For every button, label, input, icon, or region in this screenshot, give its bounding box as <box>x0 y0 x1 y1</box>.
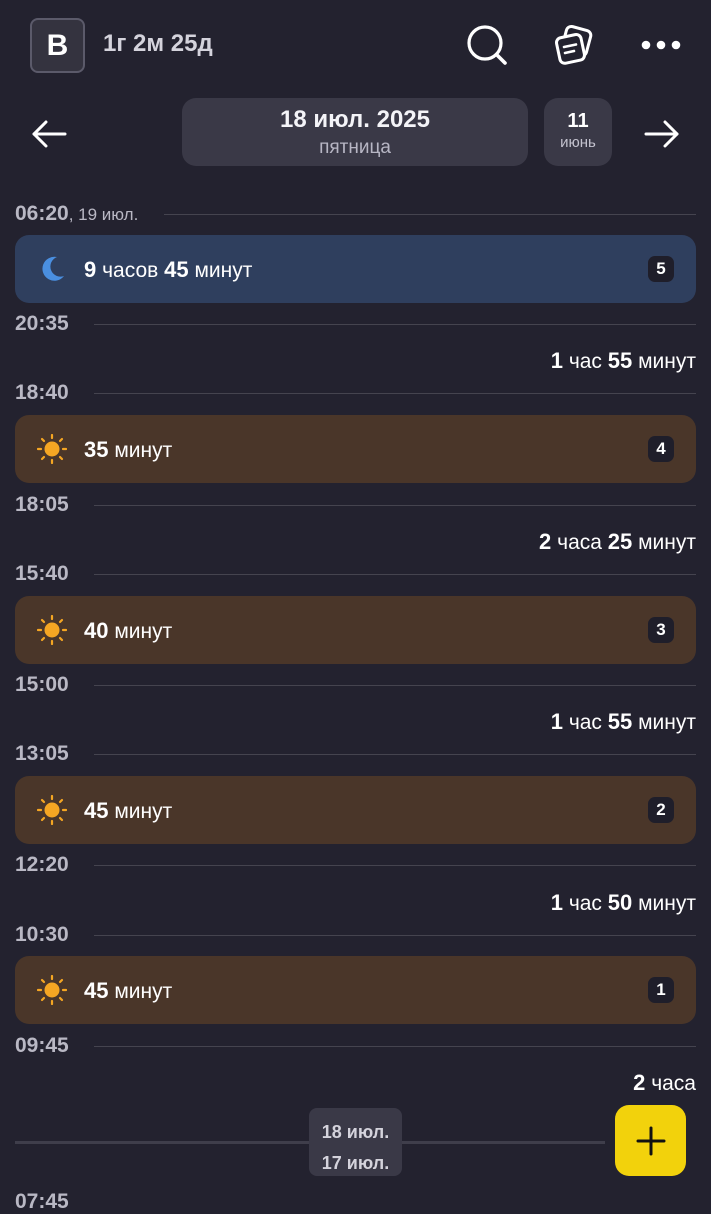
time-marker: 18:05 <box>15 493 696 516</box>
divider <box>94 324 696 325</box>
sun-icon <box>36 794 68 826</box>
divider <box>164 214 696 215</box>
awake-duration: 1 час 55 минут <box>550 348 696 373</box>
nap-entry-card[interactable]: 35 минут 4 <box>15 415 696 483</box>
time-marker: 15:40 <box>15 562 696 585</box>
time-marker: 18:40 <box>15 381 696 404</box>
nap-duration: 35 минут <box>84 437 173 462</box>
notes-icon[interactable] <box>551 22 597 68</box>
baby-age: 1г 2м 25д <box>103 30 213 57</box>
month-day: 11 <box>567 110 589 132</box>
time-label: 12:20 <box>15 853 69 876</box>
sun-icon <box>36 614 68 646</box>
sleep-duration: 9 часов 45 минут <box>84 257 253 282</box>
time-label: 13:05 <box>15 742 69 765</box>
date-selector[interactable]: 18 июл. 2025 пятница <box>182 98 528 166</box>
divider <box>94 935 696 936</box>
time-label: 06:20 <box>15 202 69 225</box>
month-name: июнь <box>560 134 596 151</box>
time-label: 18:05 <box>15 493 69 516</box>
baby-avatar[interactable]: В <box>30 18 85 73</box>
nap-entry-card[interactable]: 40 минут 3 <box>15 596 696 664</box>
time-marker: 12:20 <box>15 853 696 876</box>
entry-number-badge: 3 <box>648 617 674 643</box>
divider <box>94 393 696 394</box>
divider <box>94 1046 696 1047</box>
nap-entry-card[interactable]: 45 минут 2 <box>15 776 696 844</box>
time-label: 07:45 <box>15 1190 69 1213</box>
plus-icon <box>636 1126 665 1155</box>
awake-duration: 1 час 55 минут <box>550 709 696 734</box>
nap-duration: 45 минут <box>84 798 173 823</box>
time-label: 15:40 <box>15 562 69 585</box>
time-marker: 20:35 <box>15 312 696 335</box>
arrow-left-icon[interactable] <box>25 110 73 158</box>
avatar-letter: В <box>46 28 69 62</box>
time-marker: 06:20, 19 июл. <box>15 202 696 225</box>
add-entry-button[interactable] <box>615 1105 686 1176</box>
divider <box>94 754 696 755</box>
time-marker: 13:05 <box>15 742 696 765</box>
time-date-suffix: , 19 июл. <box>68 205 139 224</box>
nap-entry-card[interactable]: 45 минут 1 <box>15 956 696 1024</box>
sun-icon <box>36 433 68 465</box>
nap-duration: 45 минут <box>84 978 173 1003</box>
time-marker: 10:30 <box>15 923 696 946</box>
time-label: 09:45 <box>15 1034 69 1057</box>
time-marker: 15:00 <box>15 673 696 696</box>
month-button[interactable]: 11 июнь <box>544 98 612 166</box>
selected-weekday: пятница <box>319 137 391 158</box>
day-boundary-bottom: 17 июл. <box>321 1153 390 1173</box>
moon-icon <box>37 254 67 284</box>
divider <box>94 574 696 575</box>
awake-duration: 2 часа <box>633 1070 696 1095</box>
sleep-entry-card[interactable]: 9 часов 45 минут 5 <box>15 235 696 303</box>
search-icon[interactable] <box>464 22 510 68</box>
day-boundary-top: 18 июл. <box>321 1122 390 1142</box>
divider <box>94 505 696 506</box>
more-icon[interactable] <box>638 22 684 68</box>
divider <box>94 685 696 686</box>
time-label: 18:40 <box>15 381 69 404</box>
nap-duration: 40 минут <box>84 618 173 643</box>
time-marker: 09:45 <box>15 1034 696 1057</box>
day-boundary-chip: 18 июл. 17 июл. <box>309 1108 402 1176</box>
arrow-right-icon[interactable] <box>638 110 686 158</box>
entry-number-badge: 2 <box>648 797 674 823</box>
time-label: 10:30 <box>15 923 69 946</box>
entry-number-badge: 4 <box>648 436 674 462</box>
entry-number-badge: 1 <box>648 977 674 1003</box>
entry-number-badge: 5 <box>648 256 674 282</box>
sun-icon <box>36 974 68 1006</box>
time-label: 20:35 <box>15 312 69 335</box>
awake-duration: 2 часа 25 минут <box>539 529 696 554</box>
awake-duration: 1 час 50 минут <box>550 890 696 915</box>
time-label: 15:00 <box>15 673 69 696</box>
divider <box>94 865 696 866</box>
selected-date: 18 июл. 2025 <box>280 106 430 133</box>
